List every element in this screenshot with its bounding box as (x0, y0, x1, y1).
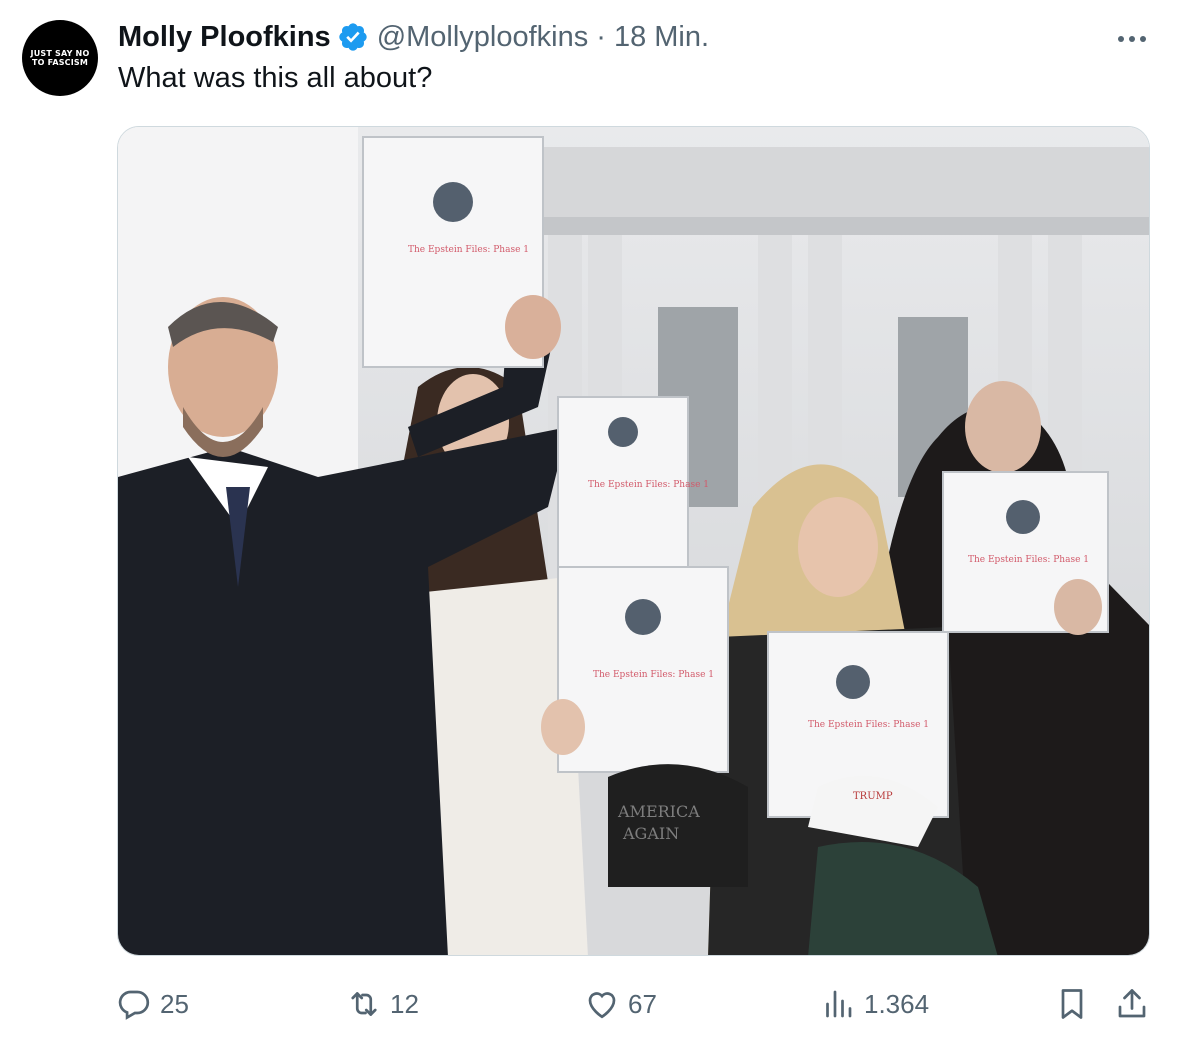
reply-count: 25 (160, 988, 189, 1019)
like-button[interactable]: 67 (584, 982, 657, 1026)
display-name[interactable]: Molly Ploofkins (118, 21, 331, 54)
verified-badge-icon (339, 23, 367, 51)
action-bar: 25 12 67 1.364 (0, 982, 1180, 1026)
binder-label-4: The Epstein Files: Phase 1 (808, 720, 929, 730)
bookmark-icon (1061, 989, 1083, 1019)
tweet-text: What was this all about? (118, 62, 433, 94)
tweet-header: Molly Ploofkins @Mollyploofkins · 18 Min… (118, 18, 709, 56)
avatar[interactable]: JUST SAY NO TO FASCISM (22, 20, 98, 96)
cap-text-2: AGAIN (622, 824, 679, 843)
more-options-icon[interactable] (1114, 24, 1150, 54)
timestamp[interactable]: 18 Min. (614, 21, 709, 54)
repost-button[interactable]: 12 (346, 982, 419, 1026)
reply-icon (118, 990, 150, 1020)
bookmark-button[interactable] (1054, 982, 1090, 1026)
separator-dot: · (596, 20, 606, 53)
cap-text-1: AMERICA (617, 802, 700, 821)
photo-illustration: The Epstein Files: Phase 1 The Epstein F… (118, 127, 1149, 955)
cap-badge-text: TRUMP (853, 791, 893, 802)
binder-label-5: The Epstein Files: Phase 1 (968, 555, 1089, 565)
handle[interactable]: @Mollyploofkins (377, 21, 589, 54)
views-count: 1.364 (864, 988, 930, 1019)
share-icon (1118, 989, 1146, 1018)
like-count: 67 (628, 988, 657, 1019)
heart-icon (588, 992, 616, 1019)
binder-label-1: The Epstein Files: Phase 1 (408, 245, 529, 255)
avatar-text-line-1: JUST SAY NO (30, 49, 90, 58)
share-button[interactable] (1114, 982, 1150, 1026)
binder-label-2: The Epstein Files: Phase 1 (588, 480, 709, 490)
analytics-icon (826, 990, 852, 1018)
tweet-photo[interactable]: The Epstein Files: Phase 1 The Epstein F… (117, 126, 1150, 956)
repost-icon (351, 992, 377, 1016)
binder-label-3: The Epstein Files: Phase 1 (593, 670, 714, 680)
views-button[interactable]: 1.364 (820, 982, 929, 1026)
repost-count: 12 (390, 988, 419, 1019)
reply-button[interactable]: 25 (116, 982, 189, 1026)
avatar-text-line-2: TO FASCISM (31, 58, 89, 67)
